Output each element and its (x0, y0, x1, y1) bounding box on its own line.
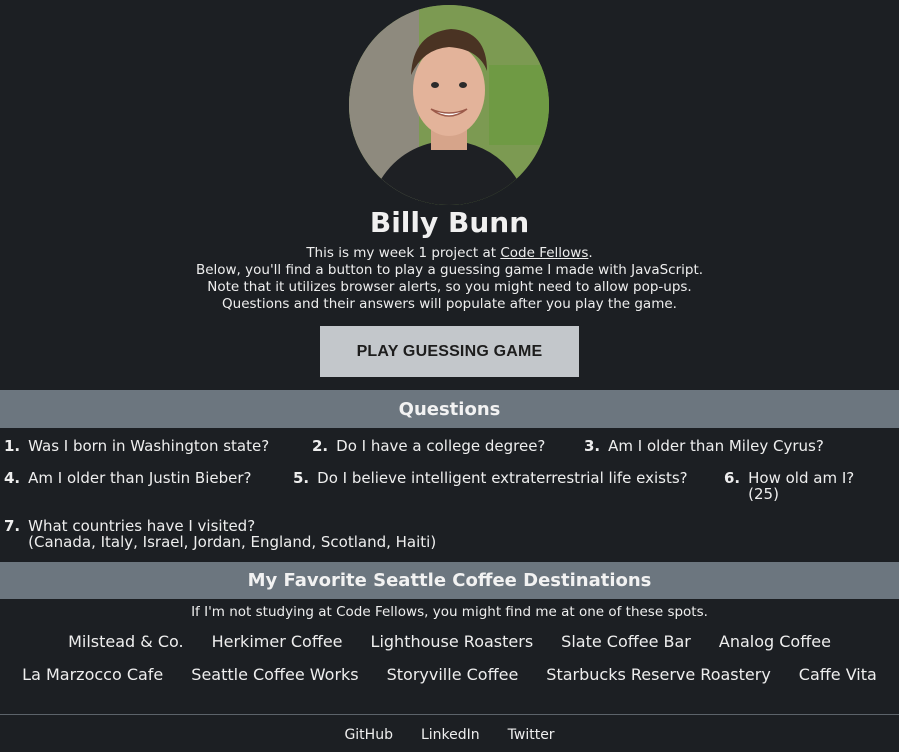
question-number: 1. (4, 437, 21, 455)
question-answer: (Canada, Italy, Israel, Jordan, England,… (28, 533, 437, 551)
profile-photo (349, 5, 549, 205)
question-text: How old am I? (748, 469, 855, 487)
intro-line-1-prefix: This is my week 1 project at (306, 245, 501, 261)
intro-line-1-suffix: . (588, 245, 593, 261)
question-number: 2. (312, 437, 329, 455)
question-text: Do I believe intelligent extraterrestria… (317, 469, 688, 487)
question-number: 3. (584, 437, 601, 455)
coffee-spot: Caffe Vita (798, 665, 877, 684)
question-text: What countries have I visited? (28, 517, 256, 535)
profile-name: Billy Bunn (369, 206, 530, 239)
github-link[interactable]: GitHub (344, 727, 393, 743)
twitter-link[interactable]: Twitter (508, 727, 555, 743)
questions-header: Questions (0, 390, 899, 428)
question-item: 3. Am I older than Miley Cyrus? (584, 438, 824, 454)
coffee-spot: Milstead & Co. (68, 632, 184, 651)
coffee-spot: Storyville Coffee (386, 665, 519, 684)
question-item: 2. Do I have a college degree? (312, 438, 545, 454)
coffee-list-row-2: La Marzocco Cafe Seattle Coffee Works St… (0, 665, 899, 684)
coffee-spot: Seattle Coffee Works (191, 665, 359, 684)
question-item: 7. What countries have I visited? (Canad… (4, 518, 436, 550)
question-item: 4. Am I older than Justin Bieber? (4, 470, 252, 486)
question-item: 1. Was I born in Washington state? (4, 438, 269, 454)
coffee-spot: Herkimer Coffee (211, 632, 343, 651)
footer: GitHub LinkedIn Twitter (0, 727, 899, 743)
coffee-spot: Slate Coffee Bar (561, 632, 691, 651)
question-number: 5. (293, 469, 310, 487)
play-guessing-game-button[interactable]: PLAY GUESSING GAME (320, 326, 579, 377)
coffee-intro: If I'm not studying at Code Fellows, you… (191, 604, 708, 620)
coffee-spot: La Marzocco Cafe (22, 665, 164, 684)
coffee-spot: Starbucks Reserve Roastery (546, 665, 771, 684)
question-text: Was I born in Washington state? (28, 437, 270, 455)
intro-text: This is my week 1 project at Code Fellow… (0, 245, 899, 313)
linkedin-link[interactable]: LinkedIn (421, 727, 480, 743)
footer-divider (0, 714, 899, 715)
question-item: 6. How old am I? (25) (724, 470, 854, 502)
intro-line-1: This is my week 1 project at Code Fellow… (0, 245, 899, 262)
question-answer: (25) (748, 485, 779, 503)
code-fellows-link[interactable]: Code Fellows (500, 245, 588, 261)
intro-line-4: Questions and their answers will populat… (222, 296, 677, 312)
question-item: 5. Do I believe intelligent extraterrest… (293, 470, 688, 486)
question-text: Am I older than Justin Bieber? (28, 469, 252, 487)
question-number: 4. (4, 469, 21, 487)
coffee-spot: Analog Coffee (718, 632, 831, 651)
intro-line-3: Note that it utilizes browser alerts, so… (207, 279, 692, 295)
coffee-list-row-1: Milstead & Co. Herkimer Coffee Lighthous… (0, 632, 899, 651)
question-number: 6. (724, 469, 741, 487)
intro-line-2: Below, you'll find a button to play a gu… (195, 262, 704, 278)
portrait-illustration (349, 5, 549, 205)
question-text: Do I have a college degree? (336, 437, 546, 455)
coffee-header: My Favorite Seattle Coffee Destinations (0, 562, 899, 599)
question-text: Am I older than Miley Cyrus? (608, 437, 824, 455)
coffee-spot: Lighthouse Roasters (370, 632, 534, 651)
question-number: 7. (4, 517, 21, 535)
